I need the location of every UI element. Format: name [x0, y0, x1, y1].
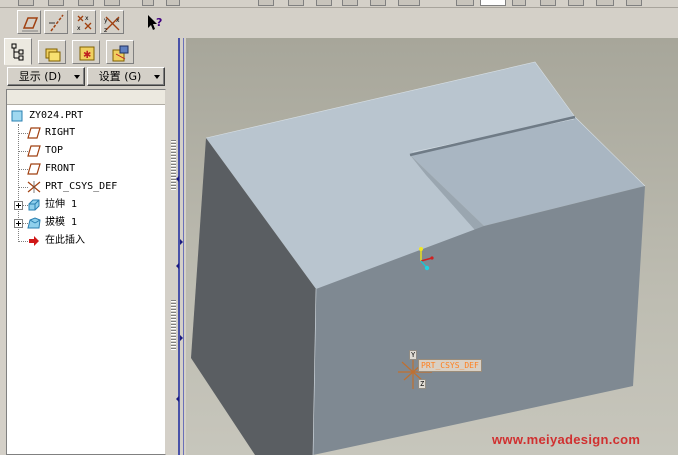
csys-name-label: PRT_CSYS_DEF — [418, 359, 482, 372]
watermark-text: www.meiyadesign.com — [492, 432, 641, 447]
csys-axis-y-label: Y — [409, 350, 418, 360]
csys-axis-z-label: Z — [418, 379, 427, 389]
part-model[interactable] — [0, 0, 678, 455]
